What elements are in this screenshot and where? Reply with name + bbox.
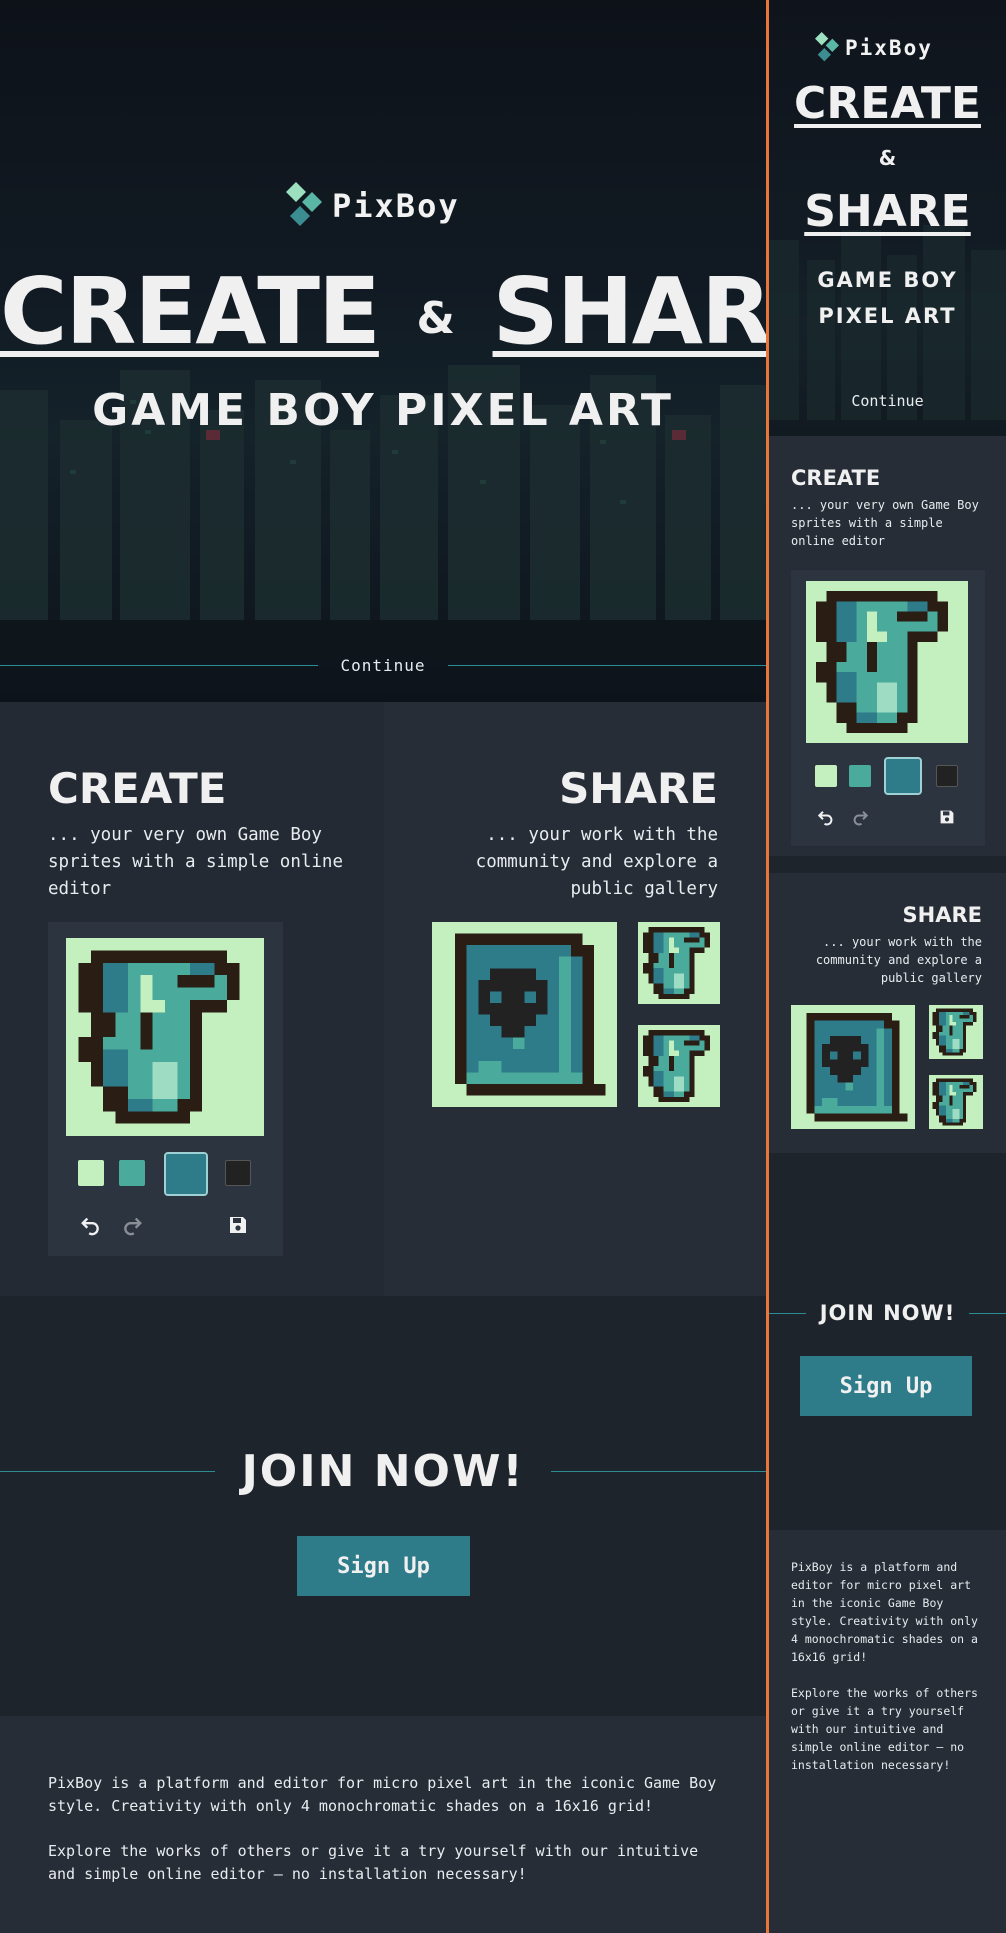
mobile-footer-paragraph-2: Explore the works of others or give it a… <box>791 1686 978 1772</box>
mobile-join-heading-row: JOIN NOW! <box>769 1301 1006 1325</box>
mobile-join-divider-left <box>769 1312 806 1314</box>
create-panel: CREATE ... your very own Game Boy sprite… <box>0 702 384 1296</box>
mobile-footer-paragraph-1: PixBoy is a platform and editor for micr… <box>791 1560 978 1664</box>
swatch-darkest[interactable] <box>225 1160 251 1186</box>
gallery-item-ghost[interactable] <box>432 922 617 1107</box>
hero-title: CREATE & SHARE <box>0 258 766 365</box>
continue-row: Continue <box>0 656 766 675</box>
mobile-title-share: SHARE <box>804 186 971 237</box>
mobile-gallery-item-dino-2[interactable] <box>929 1075 983 1129</box>
desktop-view: PixBoy CREATE & SHARE GAME BOY PIXEL ART… <box>0 0 766 1933</box>
mobile-gallery-item-ghost[interactable] <box>791 1005 915 1129</box>
logo[interactable]: PixBoy <box>286 182 460 230</box>
mobile-swatch-lightest[interactable] <box>815 765 837 787</box>
save-icon[interactable] <box>225 1212 251 1238</box>
mobile-logo[interactable]: PixBoy <box>815 32 933 64</box>
share-description: ... your work with the community and exp… <box>475 825 718 899</box>
mobile-create-card: CREATE ... your very own Game Boy sprite… <box>769 436 1006 856</box>
hero-subtitle: GAME BOY PIXEL ART <box>92 385 674 436</box>
mobile-share-description: ... your work with the community and exp… <box>815 935 982 985</box>
editor-canvas[interactable] <box>66 938 264 1136</box>
mobile-signup-button[interactable]: Sign Up <box>800 1356 972 1416</box>
swatch-dark-selected[interactable] <box>164 1152 208 1196</box>
undo-icon[interactable] <box>78 1212 104 1238</box>
mobile-redo-icon[interactable] <box>849 806 871 828</box>
signup-button[interactable]: Sign Up <box>297 1536 470 1596</box>
share-heading: SHARE <box>559 764 718 813</box>
footer: PixBoy is a platform and editor for micr… <box>0 1716 766 1933</box>
mobile-join-divider-right <box>969 1312 1006 1314</box>
mobile-create-heading: CREATE <box>791 466 881 490</box>
mobile-title-ampersand: & <box>878 146 897 170</box>
mobile-join-heading: JOIN NOW! <box>819 1301 956 1325</box>
gallery-item-dino-2[interactable] <box>638 1025 720 1107</box>
pixboy-logo-icon <box>286 182 322 226</box>
dino-sprite <box>66 938 264 1136</box>
mobile-pixel-editor <box>791 570 985 846</box>
redo-icon[interactable] <box>119 1212 145 1238</box>
mobile-share-card: SHARE ... your work with the community a… <box>769 873 1006 1153</box>
title-share: SHARE <box>492 258 766 365</box>
mobile-footer: PixBoy is a platform and editor for micr… <box>769 1530 1006 1933</box>
footer-paragraph-1: PixBoy is a platform and editor for micr… <box>48 1774 717 1815</box>
mobile-view: PixBoy CREATE & SHARE GAME BOY PIXEL ART… <box>769 0 1006 1933</box>
mobile-hero-subtitle: GAME BOY PIXEL ART <box>817 268 958 328</box>
mobile-logo-text: PixBoy <box>845 36 933 60</box>
join-section: JOIN NOW! Sign Up <box>0 1296 766 1716</box>
continue-button[interactable]: Continue <box>318 656 447 675</box>
logo-text: PixBoy <box>332 187 460 225</box>
mobile-gallery-item-dino-1[interactable] <box>929 1005 983 1059</box>
share-panel: SHARE ... your work with the community a… <box>384 702 766 1296</box>
mobile-swatch-light[interactable] <box>849 765 871 787</box>
mobile-editor-canvas[interactable] <box>806 581 968 743</box>
footer-paragraph-2: Explore the works of others or give it a… <box>48 1842 699 1883</box>
mobile-undo-icon[interactable] <box>815 806 837 828</box>
continue-divider-left <box>0 665 319 666</box>
join-heading: JOIN NOW! <box>241 1446 525 1497</box>
create-heading: CREATE <box>48 764 227 813</box>
mobile-hero-section: PixBoy CREATE & SHARE GAME BOY PIXEL ART… <box>769 0 1006 436</box>
gallery-item-dino-1[interactable] <box>638 922 720 1004</box>
join-divider-left <box>0 1471 216 1472</box>
hero-section: PixBoy CREATE & SHARE GAME BOY PIXEL ART… <box>0 0 766 702</box>
swatch-lightest[interactable] <box>78 1160 104 1186</box>
swatch-light[interactable] <box>119 1160 145 1186</box>
mobile-swatch-dark-selected[interactable] <box>884 757 922 795</box>
mobile-continue-row: Continue <box>769 392 1006 410</box>
mobile-swatch-darkest[interactable] <box>936 765 958 787</box>
title-ampersand: & <box>416 293 455 344</box>
mobile-create-description: ... your very own Game Boy sprites with … <box>791 498 979 548</box>
mobile-title-create: CREATE <box>794 78 981 129</box>
mobile-continue-button[interactable]: Continue <box>829 392 945 410</box>
join-divider-right <box>550 1471 766 1472</box>
continue-divider-right <box>447 665 766 666</box>
mobile-save-icon[interactable] <box>936 806 958 828</box>
join-heading-row: JOIN NOW! <box>0 1446 766 1497</box>
dino-sprite <box>806 581 968 743</box>
create-description: ... your very own Game Boy sprites with … <box>48 825 344 899</box>
mobile-share-heading: SHARE <box>902 903 982 927</box>
pixboy-logo-icon <box>815 32 839 62</box>
pixel-editor <box>48 922 283 1256</box>
features-section: CREATE ... your very own Game Boy sprite… <box>0 702 766 1296</box>
title-create: CREATE <box>0 258 381 365</box>
